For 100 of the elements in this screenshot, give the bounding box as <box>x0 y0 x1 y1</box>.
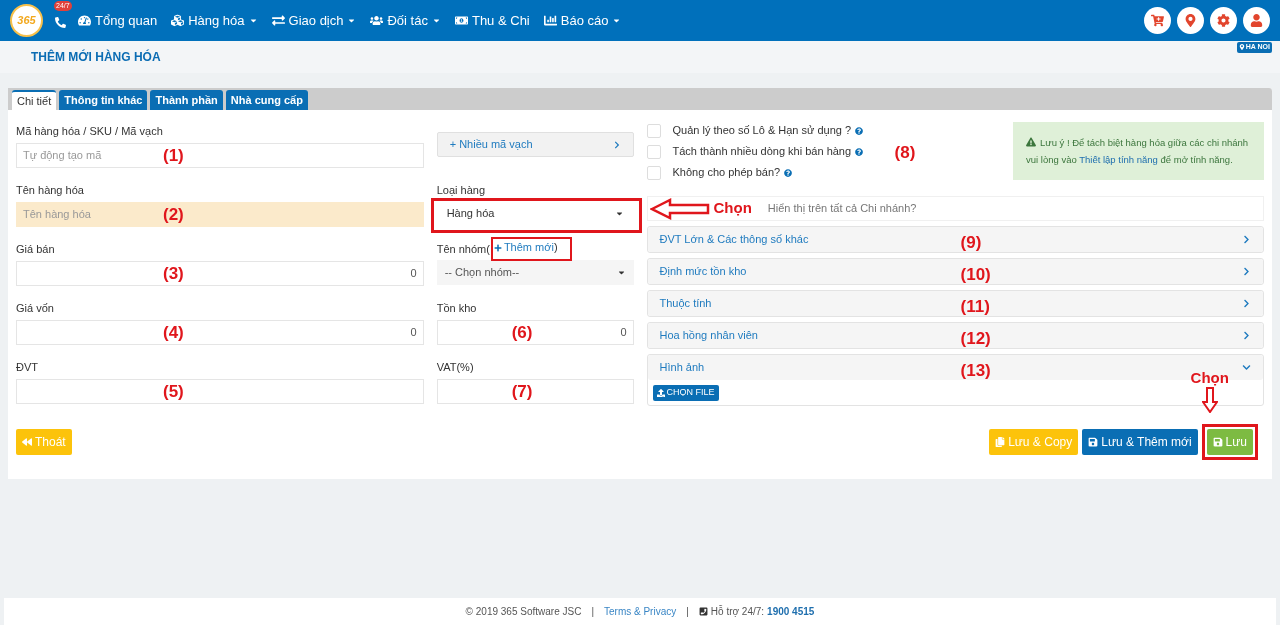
gauge-icon <box>78 14 91 27</box>
choose-file-button[interactable]: CHỌN FILE <box>652 384 719 401</box>
field-label: Giá bán <box>16 242 56 257</box>
nav-menu-item[interactable]: Giao dịch <box>271 10 357 31</box>
annotation-number: (1) <box>163 145 184 167</box>
separator: | <box>591 605 594 619</box>
group-select[interactable]: -- Chọn nhóm-- <box>436 260 634 285</box>
map-pin-icon <box>1184 14 1197 27</box>
tab[interactable]: Nhà cung cấp <box>225 90 308 110</box>
chevron-right-icon <box>1242 331 1251 340</box>
page-title: THÊM MỚI HÀNG HÓA <box>31 48 161 66</box>
chevron-right-icon <box>612 140 621 149</box>
input-field[interactable] <box>16 378 424 404</box>
warning-icon <box>1026 137 1036 148</box>
chevron-right-icon <box>1242 299 1251 308</box>
map-pin-icon <box>1238 44 1245 51</box>
header-icon-button[interactable] <box>1210 7 1237 34</box>
help-icon[interactable] <box>855 147 864 156</box>
field-placeholder: Hiển thị trên tất cả Chi nhánh? <box>767 201 917 217</box>
checkbox[interactable] <box>646 165 661 180</box>
annotation-number: (2) <box>163 204 184 226</box>
save-new-button[interactable]: Lưu & Thêm mới <box>1082 429 1198 455</box>
caret-icon <box>612 16 622 25</box>
save-icon <box>1212 437 1223 447</box>
field-label: Giá vốn <box>16 301 55 316</box>
header-icon-button[interactable] <box>1144 7 1171 34</box>
field-label: ) <box>553 240 558 256</box>
left-arrow-icon <box>649 197 710 220</box>
help-icon[interactable] <box>855 126 864 135</box>
accordion-header[interactable]: Thuộc tính (11) <box>647 291 1263 316</box>
terms-link[interactable]: Terms & Privacy <box>604 604 677 619</box>
accordion-header[interactable]: ĐVT Lớn & Các thông số khác (9) <box>647 227 1263 252</box>
accordion-header[interactable]: Hoa hồng nhân viên (12) <box>647 323 1263 348</box>
tab[interactable]: Chi tiết <box>12 90 57 110</box>
tab[interactable]: Thành phần <box>150 90 223 110</box>
caret-icon <box>347 16 357 25</box>
header-icon-button[interactable] <box>1177 7 1204 34</box>
field-label: Tên hàng hóa <box>16 183 85 198</box>
nav-menu-item[interactable]: Báo cáo <box>543 10 622 31</box>
copyright-text: © 2019 365 Software JSC <box>465 605 582 619</box>
multiple-barcodes-button[interactable]: + Nhiều mã vạch <box>436 132 634 157</box>
caret-icon <box>248 16 258 25</box>
annotation-number: (13) <box>960 360 991 382</box>
bar-chart-icon <box>543 14 557 27</box>
help-icon[interactable] <box>784 168 793 177</box>
annotation-number: (9) <box>960 232 982 254</box>
rewind-icon <box>22 437 32 447</box>
annotation-number: (7) <box>511 381 533 403</box>
settings-icon <box>1217 14 1230 27</box>
tab[interactable]: Thông tin khác <box>59 90 148 110</box>
chevron-right-icon <box>1242 235 1251 244</box>
accordion-header[interactable]: Định mức tồn kho (10) <box>647 259 1263 284</box>
nav-menu-item[interactable]: Thu & Chi <box>454 10 530 31</box>
caret-icon <box>616 268 626 277</box>
annotation-number: (10) <box>960 264 991 286</box>
field-label: VAT(%) <box>436 360 475 375</box>
annotation-number: (8) <box>894 142 916 164</box>
settings-link[interactable]: Thiết lập tính năng <box>1079 154 1158 165</box>
branch-option-field[interactable]: Chọn Hiển thị trên tất cả Chi nhánh? <box>646 196 1264 221</box>
annotation-number: (5) <box>163 381 184 403</box>
exchange-arrows-icon <box>271 14 285 27</box>
cubes-icon <box>171 14 185 27</box>
phone-icon[interactable] <box>55 17 66 28</box>
field-label: Mã hàng hóa / SKU / Mã vạch <box>16 124 164 139</box>
caret-icon <box>614 209 624 218</box>
support-phone: 1900 4515 <box>767 605 815 619</box>
checkbox[interactable] <box>646 144 661 159</box>
caret-icon <box>431 16 441 25</box>
nav-menu-item[interactable]: Đối tác <box>370 10 441 31</box>
checkbox[interactable] <box>646 123 661 138</box>
annotation-number: (12) <box>960 328 991 350</box>
annotation-number: (4) <box>163 322 184 344</box>
checkbox-label: Không cho phép bán? <box>672 165 781 181</box>
user-icon <box>1250 14 1263 27</box>
callout-label: Chọn <box>713 198 752 219</box>
add-new-link[interactable]: Thêm mới <box>493 239 554 256</box>
field-label: Tên nhóm( <box>436 241 490 257</box>
upload-icon <box>656 388 665 397</box>
support-label: Hỗ trợ 24/7: <box>710 604 765 619</box>
phone-icon <box>698 607 708 616</box>
separator: | <box>686 605 689 619</box>
input-field[interactable] <box>436 378 634 404</box>
nav-menu-item[interactable]: Tổng quan <box>78 10 158 31</box>
cart-icon <box>1151 14 1164 27</box>
header-icon-button[interactable] <box>1243 7 1270 34</box>
copy-icon <box>995 437 1006 447</box>
annotation-number: (11) <box>960 296 990 318</box>
notice-text: Lưu ý ! Để tách biệt hàng hóa giữa các chi nhánh vui lòng vào Thiết lập tính năng để mở tính năng. <box>1026 136 1250 167</box>
checkbox-label: Tách thành nhiều dòng khi bán hàng <box>672 144 852 160</box>
banknote-icon <box>454 14 468 27</box>
plus-icon <box>493 243 502 252</box>
chevron-right-icon <box>1242 267 1251 276</box>
annotation-number: (6) <box>511 322 533 344</box>
chevron-down-icon <box>1242 363 1251 372</box>
field-label: Loại hàng <box>436 183 486 198</box>
field-label: Tồn kho <box>436 301 478 316</box>
nav-menu-item[interactable]: Hàng hóa <box>171 10 258 31</box>
users-icon <box>370 14 384 27</box>
field-label: ĐVT <box>16 360 39 375</box>
checkbox-label: Quản lý theo số Lô & Hạn sử dụng ? <box>672 123 852 139</box>
